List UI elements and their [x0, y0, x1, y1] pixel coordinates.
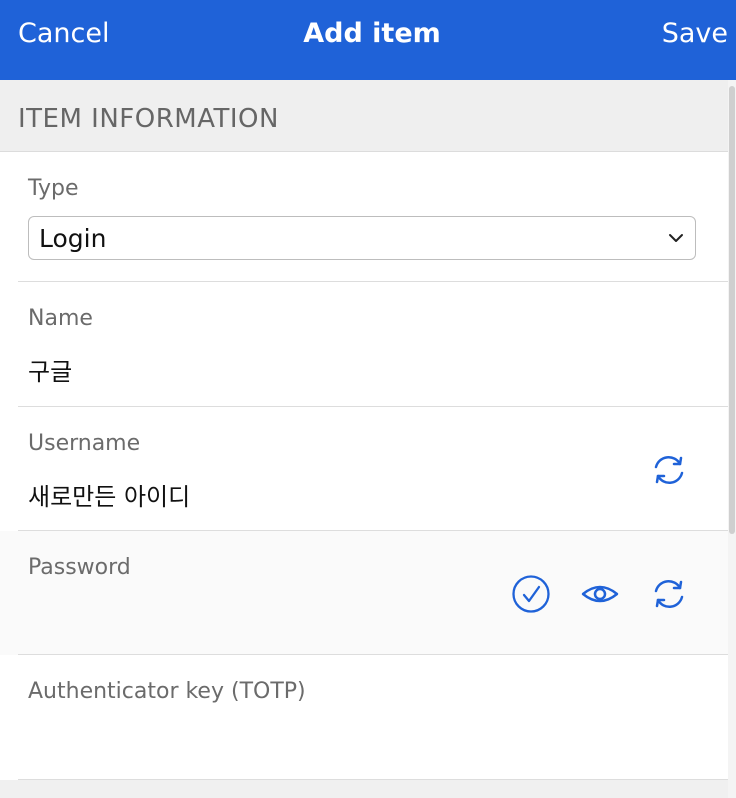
totp-field[interactable]: Authenticator key (TOTP)	[0, 655, 728, 780]
type-select[interactable]: Login	[28, 216, 696, 260]
top-navigation-bar: Cancel Add item Save	[0, 0, 736, 80]
section-header: ITEM INFORMATION	[0, 80, 728, 152]
page-title: Add item	[303, 18, 441, 49]
chevron-down-icon	[669, 234, 683, 242]
section-title: ITEM INFORMATION	[18, 104, 279, 134]
save-button[interactable]: Save	[662, 18, 728, 49]
name-field[interactable]: Name 구글	[0, 282, 728, 407]
username-field[interactable]: Username 새로만든 아이디	[0, 407, 728, 531]
password-label: Password	[28, 555, 131, 580]
scrollbar-thumb[interactable]	[729, 86, 735, 534]
username-input[interactable]: 새로만든 아이디	[28, 477, 190, 512]
type-label: Type	[28, 176, 79, 201]
password-field[interactable]: Password	[0, 531, 728, 655]
toggle-visibility-button[interactable]	[580, 574, 620, 614]
divider	[18, 779, 728, 780]
refresh-icon	[654, 455, 684, 485]
generate-password-button[interactable]	[649, 574, 689, 614]
type-field: Type Login	[0, 152, 728, 282]
eye-icon	[581, 585, 619, 603]
type-select-value: Login	[39, 224, 107, 253]
name-input[interactable]: 구글	[28, 352, 72, 387]
check-circle-icon	[512, 575, 550, 613]
generate-username-button[interactable]	[649, 450, 689, 490]
totp-label: Authenticator key (TOTP)	[28, 679, 306, 704]
check-password-button[interactable]	[511, 574, 551, 614]
refresh-icon	[654, 579, 684, 609]
name-label: Name	[28, 306, 93, 331]
username-label: Username	[28, 431, 141, 456]
